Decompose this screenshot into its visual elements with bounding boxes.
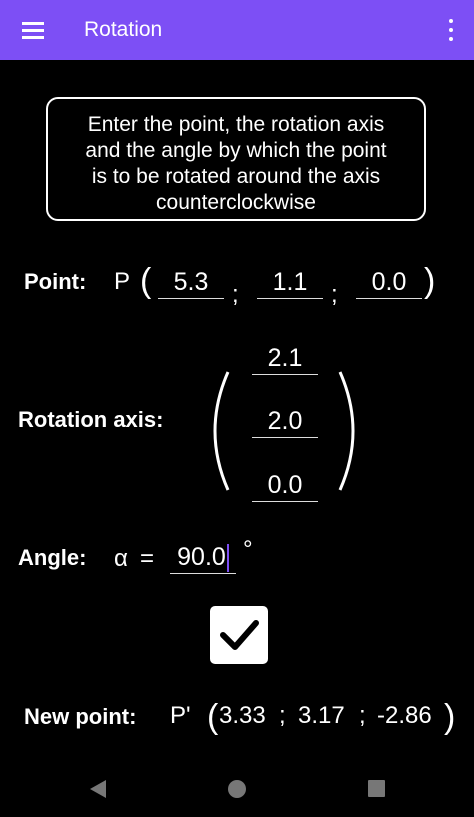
result-y: 3.17 [298, 702, 345, 729]
axis-left-paren [213, 371, 230, 491]
result-separator: ; [279, 702, 286, 729]
result-x: 3.33 [219, 702, 266, 729]
axis-x-input[interactable]: 2.1 [252, 342, 318, 375]
result-close-paren: ) [444, 698, 456, 736]
angle-equals: = [140, 545, 155, 572]
app-bar: Rotation [0, 0, 474, 60]
axis-right-paren [338, 371, 355, 491]
point-x-input[interactable]: 5.3 [158, 266, 224, 299]
home-circle-icon[interactable] [228, 780, 246, 798]
angle-symbol: α [114, 545, 128, 572]
result-open-paren: ( [207, 698, 219, 736]
more-vert-icon[interactable] [448, 19, 454, 41]
confirm-checkbox[interactable] [210, 606, 268, 664]
axis-y-input[interactable]: 2.0 [252, 405, 318, 438]
axis-z-input[interactable]: 0.0 [252, 469, 318, 502]
instructions-box: Enter the point, the rotation axis and t… [46, 97, 426, 221]
point-z-input[interactable]: 0.0 [356, 266, 422, 299]
angle-input[interactable]: 90.0 [170, 541, 236, 574]
point-label: Point: [24, 269, 87, 294]
new-point-symbol: P' [170, 702, 191, 729]
recents-square-icon[interactable] [368, 780, 385, 797]
point-separator: ; [232, 281, 239, 308]
point-y-input[interactable]: 1.1 [257, 266, 323, 299]
text-cursor [226, 544, 229, 573]
instructions-line: counterclockwise [156, 191, 316, 214]
point-symbol: P [114, 268, 131, 295]
rotation-axis-label: Rotation axis: [18, 407, 164, 432]
result-separator: ; [359, 702, 366, 729]
new-point-label: New point: [24, 704, 137, 729]
hamburger-menu-icon[interactable] [22, 22, 44, 39]
back-triangle-icon[interactable] [90, 780, 106, 798]
result-z: -2.86 [377, 702, 432, 729]
angle-label: Angle: [18, 545, 87, 570]
point-separator: ; [331, 281, 338, 308]
angle-value: 90.0 [177, 543, 226, 571]
degree-symbol: ° [243, 536, 253, 563]
instructions-line: and the angle by which the point [85, 139, 387, 162]
instructions-line: Enter the point, the rotation axis [87, 113, 385, 136]
instructions-line: is to be rotated around the axis [91, 165, 381, 188]
check-icon [220, 620, 259, 650]
point-open-paren: ( [140, 262, 152, 300]
point-close-paren: ) [424, 262, 436, 300]
app-title: Rotation [84, 18, 163, 41]
